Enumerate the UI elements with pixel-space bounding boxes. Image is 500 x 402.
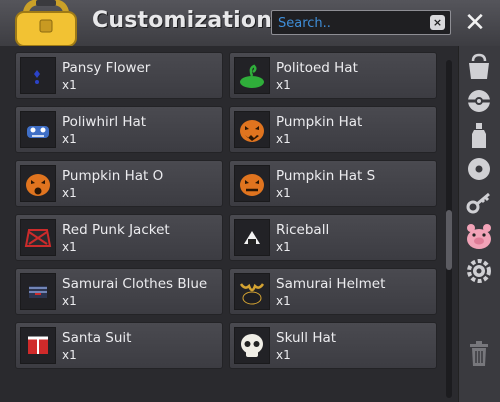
politoed-hat-icon [234,57,270,94]
item-name: Pumpkin Hat S [276,168,376,184]
item-quantity: x1 [276,348,291,362]
item-card[interactable]: Poliwhirl Hat x1 [15,106,223,153]
pokeball-icon[interactable] [464,86,494,116]
close-button[interactable]: ✕ [463,10,487,36]
item-quantity: x1 [62,78,77,92]
item-quantity: x1 [62,186,77,200]
item-card[interactable]: Red Punk Jacket x1 [15,214,223,261]
item-quantity: x1 [276,186,291,200]
pumpkin-hat-o-icon [20,165,56,202]
pumpkin-hat-icon [234,111,270,148]
red-punk-jacket-icon [20,219,56,256]
item-name: Pansy Flower [62,60,151,76]
item-list: Pansy Flower x1 Politoed Hat x1 Poliwhirl Ha… [0,46,458,402]
item-name: Skull Hat [276,330,337,346]
skull-hat-icon [234,327,270,364]
item-quantity: x1 [62,348,77,362]
bottle-icon[interactable] [464,120,494,150]
item-card[interactable]: Samurai Helmet x1 [229,268,437,315]
item-quantity: x1 [62,294,77,308]
item-name: Riceball [276,222,330,238]
item-card[interactable]: Santa Suit x1 [15,322,223,369]
disc-icon[interactable] [464,154,494,184]
samurai-clothes-blue-icon [20,273,56,310]
item-card[interactable]: Politoed Hat x1 [229,52,437,99]
item-quantity: x1 [276,132,291,146]
item-name: Pumpkin Hat [276,114,363,130]
item-name: Samurai Helmet [276,276,386,292]
item-name: Pumpkin Hat O [62,168,164,184]
clear-search-button[interactable]: × [430,15,445,30]
pansy-flower-icon [20,57,56,94]
item-card[interactable]: Riceball x1 [229,214,437,261]
scrollbar[interactable] [446,60,452,398]
search-input[interactable] [276,13,430,34]
item-card[interactable]: Skull Hat x1 [229,322,437,369]
samurai-helmet-icon [234,273,270,310]
item-name: Poliwhirl Hat [62,114,147,130]
santa-suit-icon [20,327,56,364]
bag-icon[interactable] [464,52,494,82]
window-title: Customizations [92,8,286,33]
item-quantity: x1 [62,240,77,254]
gear-icon[interactable] [464,256,494,286]
item-card[interactable]: Samurai Clothes Blue x1 [15,268,223,315]
item-quantity: x1 [276,78,291,92]
customizations-window: Customizations × ✕ Pansy Flowerx1Politoe… [0,0,500,402]
item-quantity: x1 [276,240,291,254]
customization-bag-icon [6,0,86,47]
item-name: Samurai Clothes Blue [62,276,208,292]
pumpkin-hat-s-icon [234,165,270,202]
item-card[interactable]: Pumpkin Hat S x1 [229,160,437,207]
item-card[interactable]: Pumpkin Hat x1 [229,106,437,153]
category-sidebar [458,46,500,402]
riceball-icon [234,219,270,256]
scrollbar-thumb[interactable] [446,210,452,270]
item-name: Politoed Hat [276,60,358,76]
pig-icon[interactable] [464,222,494,252]
poliwhirl-hat-icon [20,111,56,148]
item-card[interactable]: Pansy Flower x1 [15,52,223,99]
item-name: Santa Suit [62,330,132,346]
key-icon[interactable] [464,188,494,218]
item-quantity: x1 [276,294,291,308]
trash-icon[interactable] [464,338,494,368]
search-box[interactable]: × [271,10,451,35]
item-name: Red Punk Jacket [62,222,170,238]
item-quantity: x1 [62,132,77,146]
window-header: Customizations × ✕ [0,0,500,47]
item-card[interactable]: Pumpkin Hat O x1 [15,160,223,207]
